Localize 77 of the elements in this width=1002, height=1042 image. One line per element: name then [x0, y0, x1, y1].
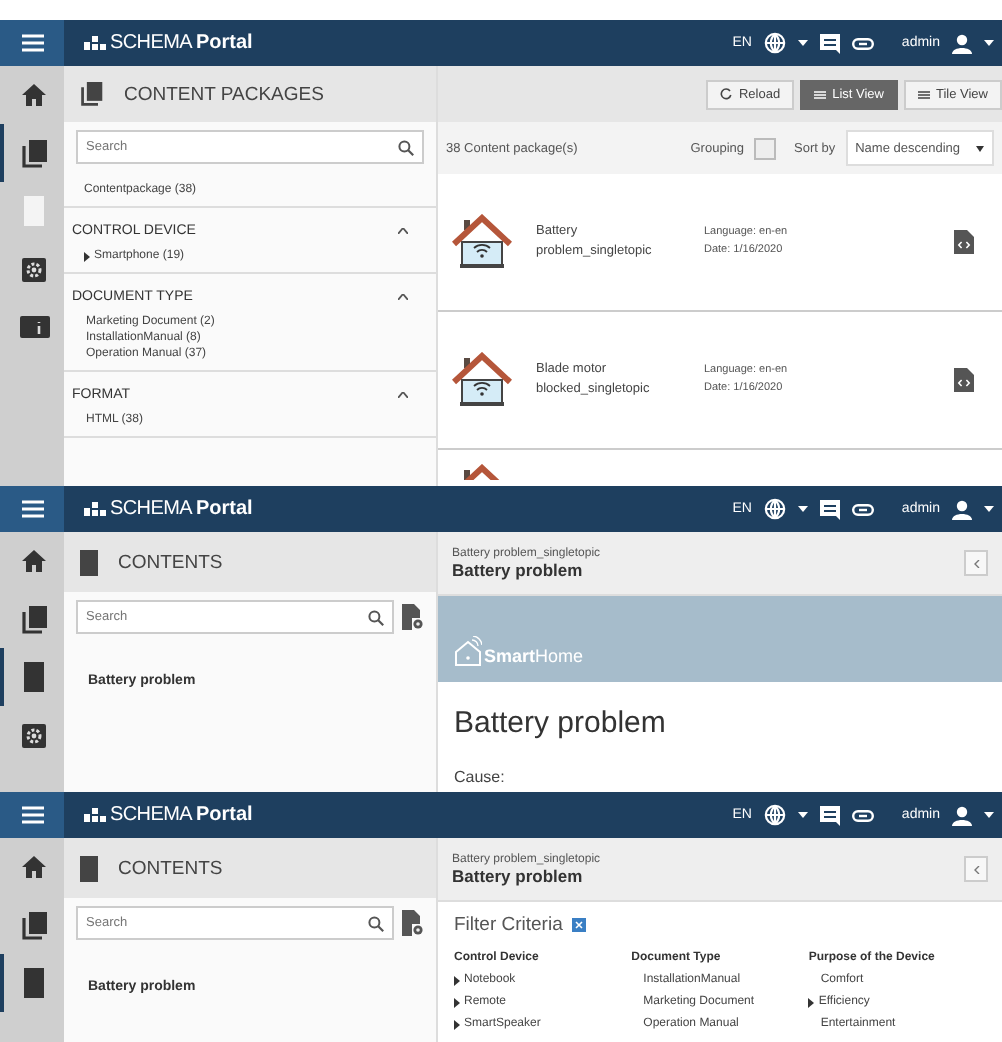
home-icon [22, 856, 46, 878]
panel-title: CONTENTS [118, 551, 223, 573]
book-icon [24, 662, 44, 692]
link-icon[interactable] [851, 809, 874, 821]
chevron-left-icon [973, 865, 979, 873]
expand-arrow-icon[interactable] [454, 998, 460, 1008]
message-icon[interactable] [819, 33, 840, 53]
book-icon [24, 196, 44, 226]
message-icon[interactable] [819, 499, 840, 519]
caret-icon[interactable] [797, 811, 808, 819]
globe-icon[interactable] [763, 498, 786, 520]
code-file-icon[interactable] [954, 230, 974, 254]
search-icon [368, 915, 384, 931]
filter-criteria-title: Filter Criteria [454, 914, 563, 936]
menu-button[interactable] [0, 486, 64, 532]
reload-icon [720, 88, 733, 100]
stacked-pages-icon [21, 911, 47, 939]
expand-arrow-icon[interactable] [808, 998, 815, 1008]
app-logo[interactable]: SCHEMA Portal [84, 804, 253, 826]
chevron-icon[interactable] [398, 294, 408, 300]
user-icon[interactable] [952, 499, 972, 519]
menu-icon [21, 806, 43, 824]
body-text: Cause: [454, 768, 507, 786]
stacked-pages-icon [21, 605, 47, 633]
topic-title: Battery problem [452, 559, 585, 579]
info-card-icon [19, 316, 49, 338]
caret-icon[interactable] [797, 505, 808, 513]
user-icon[interactable] [952, 805, 972, 825]
brand-logo-text: SmartHome [484, 646, 584, 666]
globe-icon[interactable] [763, 32, 786, 54]
list-icon [917, 89, 930, 99]
expand-arrow-icon[interactable] [454, 1020, 460, 1030]
settings-icon [22, 257, 46, 281]
settings-icon [22, 723, 46, 747]
topic-title: Battery problem [452, 865, 585, 885]
grouping-checkbox[interactable] [754, 137, 776, 159]
book-icon [24, 968, 44, 998]
caret-icon[interactable] [984, 811, 994, 819]
chevron-left-icon [973, 559, 979, 567]
link-icon[interactable] [851, 503, 874, 515]
house-wifi-icon [452, 214, 512, 270]
topic-heading: Battery problem [454, 706, 668, 740]
caret-icon[interactable] [797, 39, 808, 47]
expand-arrow-icon[interactable] [454, 976, 460, 986]
list-icon [814, 89, 827, 99]
app-logo[interactable]: SCHEMA Portal [84, 32, 253, 54]
panel-title: CONTENT PACKAGES [124, 83, 324, 105]
search-icon [368, 609, 384, 625]
home-icon [22, 550, 46, 572]
caret-icon[interactable] [984, 39, 994, 47]
menu-button[interactable] [0, 20, 64, 66]
stacked-pages-icon [21, 139, 47, 167]
file-gear-icon[interactable] [402, 910, 424, 936]
link-icon[interactable] [851, 37, 874, 49]
caret-icon [976, 145, 984, 151]
book-icon [80, 549, 98, 575]
panel-title: CONTENTS [118, 857, 223, 879]
home-icon [22, 84, 46, 106]
chevron-icon[interactable] [398, 392, 408, 398]
file-gear-icon[interactable] [402, 604, 424, 630]
menu-icon [21, 34, 43, 52]
message-icon[interactable] [819, 805, 840, 825]
menu-button[interactable] [0, 792, 64, 838]
caret-icon[interactable] [984, 505, 994, 513]
chevron-icon[interactable] [398, 228, 408, 234]
code-file-icon[interactable] [954, 368, 974, 392]
expand-arrow-icon[interactable] [84, 251, 90, 261]
search-icon [398, 139, 414, 155]
stacked-pages-icon [80, 82, 104, 106]
globe-icon[interactable] [763, 804, 786, 826]
menu-icon [21, 500, 43, 518]
house-wifi-icon [452, 352, 512, 408]
clear-filter-icon[interactable] [572, 918, 587, 932]
book-icon [80, 855, 98, 881]
smart-house-icon [454, 636, 482, 666]
user-icon[interactable] [952, 33, 972, 53]
app-logo[interactable]: SCHEMA Portal [84, 498, 253, 520]
